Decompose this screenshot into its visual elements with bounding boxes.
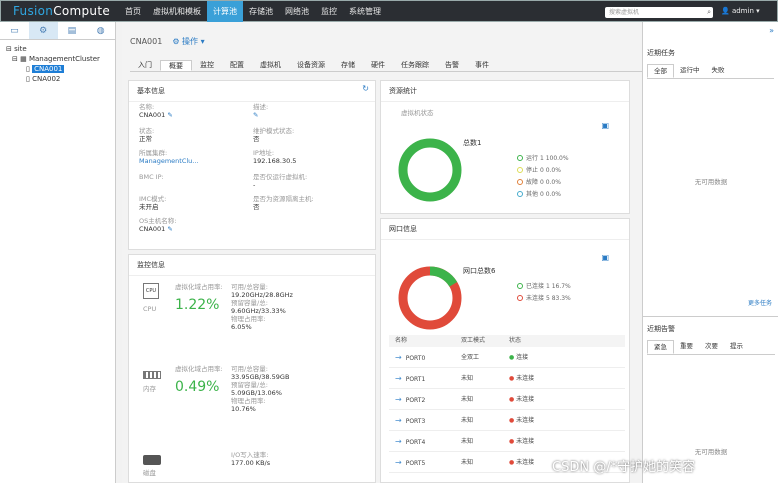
tab-tasks[interactable]: 任务跟踪 xyxy=(393,60,437,71)
tree-host-2[interactable]: ▯ CNA002 xyxy=(6,74,109,84)
tab-alarm-critical[interactable]: 紧急 xyxy=(647,340,674,354)
edit-icon[interactable]: ✎ xyxy=(167,225,172,233)
tree-cluster[interactable]: ⊟ ▦ ManagementCluster xyxy=(6,54,109,64)
search-input[interactable]: 搜索虚拟机 ⌕ xyxy=(605,7,713,18)
basic-info-panel: 基本信息 ↻ 名称: CNA001 ✎ 描述: ✎ 状态: 正常 维护模式状态: 否 所… xyxy=(128,80,376,250)
cluster-icon: ▦ xyxy=(20,55,27,63)
user-icon: 👤 xyxy=(721,7,730,15)
memory-icon xyxy=(143,371,161,379)
tree-host-1[interactable]: ▯ CNA001 xyxy=(6,64,109,74)
breadcrumb: CNA001 ⚙ 操作 ▾ xyxy=(130,37,205,46)
tab-config[interactable]: 配置 xyxy=(222,60,252,71)
tab-storage-icon[interactable]: ▤ xyxy=(58,22,87,39)
port-info-panel: 网口信息 ▣ 网口总数6 已连接 1 16.7% 未连接 5 83.3% 名称双… xyxy=(380,218,630,483)
resource-tree: ⊟ site ⊟ ▦ ManagementCluster ▯ CNA001 ▯ … xyxy=(0,40,115,88)
tasks-empty: 无可用数据 xyxy=(694,178,728,186)
nav-system[interactable]: 系统管理 xyxy=(343,1,387,23)
panel-title: 基本信息 xyxy=(129,81,375,102)
more-tasks-link[interactable]: 更多任务 xyxy=(748,298,772,307)
cluster-link[interactable]: ManagementClu... xyxy=(139,157,198,165)
tab-tasks-all[interactable]: 全部 xyxy=(647,64,674,78)
edit-icon[interactable]: ✎ xyxy=(167,111,172,119)
tab-hardware[interactable]: 硬件 xyxy=(363,60,393,71)
export-icon[interactable]: ▣ xyxy=(601,121,609,130)
nav-home[interactable]: 首页 xyxy=(119,1,147,23)
nav-compute-pool[interactable]: 计算池 xyxy=(207,1,243,23)
tab-summary[interactable]: 概要 xyxy=(160,60,192,71)
app-logo: FusionCompute xyxy=(13,4,111,18)
search-icon[interactable]: ⌕ xyxy=(707,7,711,18)
port-status-donut xyxy=(398,266,462,330)
tab-storage[interactable]: 存储 xyxy=(333,60,363,71)
port-table: 名称 双工模式 状态 → PORT0 全双工 ● 连接 → PORT1 未知 ● 未连接 → PO… xyxy=(389,335,625,473)
tab-events[interactable]: 事件 xyxy=(467,60,497,71)
tab-alarm-major[interactable]: 重要 xyxy=(674,340,699,354)
tab-tasks-running[interactable]: 运行中 xyxy=(674,64,706,78)
table-row[interactable]: → PORT1 未知 ● 未连接 xyxy=(389,368,625,389)
monitor-panel: 监控信息 CPU CPU 虚拟化域占用率: 1.22% 可用/总容量: 19.20… xyxy=(128,254,376,483)
table-row[interactable]: → PORT3 未知 ● 未连接 xyxy=(389,410,625,431)
table-row[interactable]: → PORT4 未知 ● 未连接 xyxy=(389,431,625,452)
left-panel: ▭ ⚙ ▤ ◍ ⊟ site ⊟ ▦ ManagementCluster ▯ C… xyxy=(0,22,116,483)
user-menu[interactable]: 👤 admin ▾ xyxy=(721,7,760,15)
vm-status-donut xyxy=(398,138,462,202)
edit-icon[interactable]: ✎ xyxy=(253,111,268,119)
main-area: CNA001 ⚙ 操作 ▾ 入门 概要 监控 配置 虚拟机 设备资源 存储 硬件 … xyxy=(122,22,642,483)
detail-tabs: 入门 概要 监控 配置 虚拟机 设备资源 存储 硬件 任务跟踪 告警 事件 xyxy=(130,60,642,72)
tab-alarm-info[interactable]: 提示 xyxy=(724,340,749,354)
nav-vm-template[interactable]: 虚拟机和模板 xyxy=(147,1,207,23)
tab-network-icon[interactable]: ◍ xyxy=(86,22,115,39)
tab-monitor[interactable]: 监控 xyxy=(192,60,222,71)
tab-vm-icon[interactable]: ▭ xyxy=(0,22,29,39)
alarms-empty: 无可用数据 xyxy=(694,448,728,456)
watermark: CSDN @/*守护她的笑容 xyxy=(552,460,696,475)
export-icon[interactable]: ▣ xyxy=(601,253,609,262)
tab-tasks-failed[interactable]: 失败 xyxy=(706,64,731,78)
table-row[interactable]: → PORT0 全双工 ● 连接 xyxy=(389,347,625,368)
host-icon: ▯ xyxy=(26,65,30,73)
host-icon: ▯ xyxy=(26,75,30,83)
main-nav: 首页 虚拟机和模板 计算池 存储池 网络池 监控 系统管理 xyxy=(119,1,387,23)
collapse-icon[interactable]: » xyxy=(769,26,774,35)
tab-getting-started[interactable]: 入门 xyxy=(130,60,160,71)
tab-cluster-icon[interactable]: ⚙ xyxy=(28,22,58,39)
disk-icon xyxy=(143,455,161,465)
table-row[interactable]: → PORT2 未知 ● 未连接 xyxy=(389,389,625,410)
nav-network-pool[interactable]: 网络池 xyxy=(279,1,315,23)
nav-monitor[interactable]: 监控 xyxy=(315,1,343,23)
tab-alarms[interactable]: 告警 xyxy=(437,60,467,71)
tab-devices[interactable]: 设备资源 xyxy=(289,60,333,71)
operation-menu[interactable]: ⚙ 操作 ▾ xyxy=(172,37,204,46)
cpu-icon: CPU xyxy=(143,283,159,299)
tree-site[interactable]: ⊟ site xyxy=(6,44,109,54)
right-panel: » 近期任务 全部 运行中 失败 无可用数据 更多任务 近期告警 紧急 重要 次… xyxy=(642,22,778,483)
nav-storage-pool[interactable]: 存储池 xyxy=(243,1,279,23)
host-name: CNA001 ✎ xyxy=(139,111,173,119)
tab-vm[interactable]: 虚拟机 xyxy=(252,60,289,71)
resource-stats-panel: 资源统计 虚拟机状态 ▣ 总数1 运行 1 100.0% 停止 0 0.0% 故… xyxy=(380,80,630,214)
top-bar: FusionCompute 首页 虚拟机和模板 计算池 存储池 网络池 监控 系… xyxy=(0,0,778,23)
refresh-icon[interactable]: ↻ xyxy=(362,84,369,93)
tab-alarm-minor[interactable]: 次要 xyxy=(699,340,724,354)
